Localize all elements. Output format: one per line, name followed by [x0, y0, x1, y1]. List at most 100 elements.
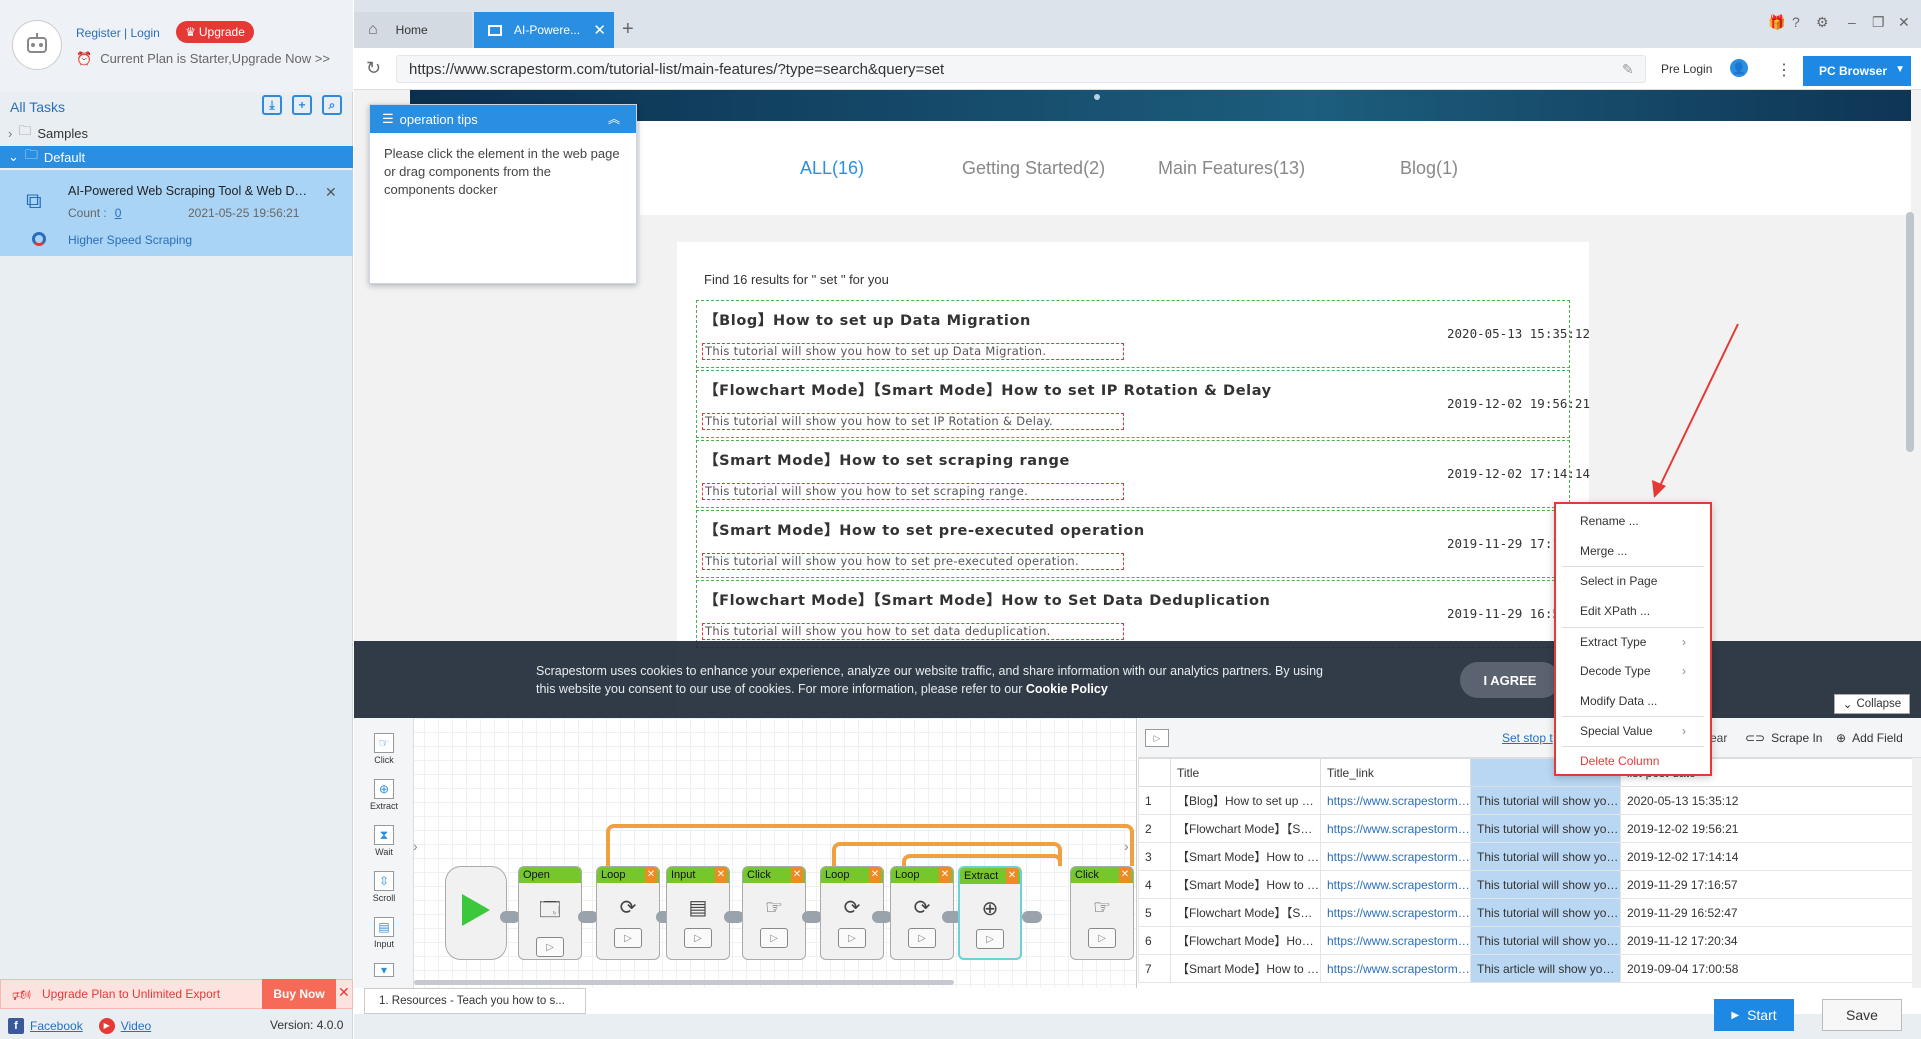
table-row[interactable]: 3【Smart Mode】How to set s...https://www.…	[1138, 842, 1913, 871]
node-loop[interactable]: Loop ✕ ⟳ ▷	[596, 866, 660, 960]
close-tab-icon[interactable]: ✕	[593, 21, 606, 39]
play-icon[interactable]: ▷	[536, 937, 564, 957]
column-header-title[interactable]: Title	[1170, 758, 1321, 787]
cell-link[interactable]: https://www.scrapestorm.com/...	[1320, 898, 1471, 927]
clear-link[interactable]: ear	[1710, 731, 1727, 745]
scrape-in-button[interactable]: ⊂⊃ Scrape In	[1745, 731, 1822, 745]
close-icon[interactable]: ✕	[1119, 867, 1131, 883]
cell-date[interactable]: 2019-11-29 16:52:47	[1620, 898, 1913, 927]
flow-scrollbar[interactable]	[414, 980, 954, 985]
search-task-icon[interactable]: ⌕	[322, 95, 342, 115]
reload-icon[interactable]: ↻	[366, 58, 381, 79]
video-link[interactable]: Video	[121, 1019, 151, 1033]
cell-desc[interactable]: This tutorial will show you ho...	[1470, 842, 1621, 871]
edit-url-icon[interactable]: ✎	[1622, 61, 1634, 78]
nav-tab-getting-started[interactable]: Getting Started(2)	[962, 158, 1105, 179]
expand-right-icon[interactable]: ›	[1124, 838, 1129, 854]
column-header-title-link[interactable]: Title_link	[1320, 758, 1471, 787]
table-row[interactable]: 5【Flowchart Mode】【Smart ...https://www.s…	[1138, 898, 1913, 927]
higher-speed-link[interactable]: Higher Speed Scraping	[68, 233, 192, 247]
cell-date[interactable]: 2020-05-13 15:35:12	[1620, 786, 1913, 815]
tab-active-task[interactable]: AI-Powere... ✕	[474, 12, 614, 48]
cell-date[interactable]: 2019-11-12 17:20:34	[1620, 926, 1913, 955]
cell-desc[interactable]: This tutorial will show you ho...	[1470, 814, 1621, 843]
menu-item-rename[interactable]: Rename ...	[1580, 506, 1700, 536]
table-row[interactable]: 4【Smart Mode】How to set pr...https://www…	[1138, 870, 1913, 899]
start-button[interactable]: ▶ Start	[1714, 999, 1794, 1031]
table-row[interactable]: 6【Flowchart Mode】How to s...https://www.…	[1138, 926, 1913, 955]
tree-item-samples[interactable]: › 🗀 Samples	[0, 122, 353, 144]
close-icon[interactable]: ✕	[939, 867, 951, 883]
pc-browser-button[interactable]: PC Browser ▼	[1803, 56, 1911, 86]
node-extract[interactable]: Extract ✕ ⊕ ▷	[958, 866, 1022, 960]
play-icon[interactable]: ▷	[976, 929, 1004, 949]
play-icon[interactable]: ▷	[760, 928, 788, 948]
collapse-button[interactable]: ⌄ Collapse	[1834, 694, 1910, 714]
settings-icon[interactable]: ⚙	[1816, 14, 1829, 31]
play-icon[interactable]: ▷	[1088, 928, 1116, 948]
tree-item-default[interactable]: ⌄ 🗀 Default	[0, 146, 353, 168]
play-icon[interactable]: ▷	[908, 928, 936, 948]
close-icon[interactable]: ✕	[645, 867, 657, 883]
nav-tab-blog[interactable]: Blog(1)	[1400, 158, 1458, 179]
buy-now-button[interactable]: Buy Now	[262, 979, 336, 1009]
cell-date[interactable]: 2019-12-02 17:14:14	[1620, 842, 1913, 871]
close-icon[interactable]: ✕	[338, 984, 350, 1001]
menu-item-merge[interactable]: Merge ...	[1580, 536, 1700, 566]
cell-link[interactable]: https://www.scrapestorm.com/...	[1320, 814, 1471, 843]
table-row[interactable]: 1【Blog】How to set up Data ...https://www…	[1138, 786, 1913, 815]
cell-link[interactable]: https://www.scrapestorm.com/...	[1320, 870, 1471, 899]
node-click[interactable]: Click ✕ ☞ ▷	[742, 866, 806, 960]
tool-click[interactable]: ☞ Click	[364, 733, 404, 765]
table-row[interactable]: 2【Flowchart Mode】【Smart ...https://www.s…	[1138, 814, 1913, 843]
tab-home[interactable]: ⌂ Home	[354, 12, 472, 48]
cell-desc[interactable]: This tutorial will show you ho...	[1470, 898, 1621, 927]
cell-date[interactable]: 2019-12-02 19:56:21	[1620, 814, 1913, 843]
add-field-button[interactable]: ⊕ Add Field	[1836, 731, 1903, 745]
tool-extract[interactable]: ⊕ Extract	[364, 779, 404, 811]
dropdown-arrow-icon[interactable]: ▼	[1895, 64, 1905, 75]
cell-date[interactable]: 2019-09-04 17:00:58	[1620, 954, 1913, 983]
task-title[interactable]: AI-Powered Web Scraping Tool & Web Dat..…	[68, 184, 313, 198]
import-task-icon[interactable]: ⤓	[262, 95, 282, 115]
cell-link[interactable]: https://www.scrapestorm.com/...	[1320, 954, 1471, 983]
upgrade-button[interactable]: ♛ Upgrade	[176, 21, 254, 43]
cell-desc[interactable]: This tutorial will show you ho...	[1470, 926, 1621, 955]
collapse-up-icon[interactable]: ︽	[608, 110, 620, 127]
play-icon[interactable]: ▷	[684, 928, 712, 948]
cell-title[interactable]: 【Flowchart Mode】【Smart ...	[1170, 814, 1321, 843]
table-row[interactable]: 7【Smart Mode】How to set u...https://www.…	[1138, 954, 1913, 983]
cell-title[interactable]: 【Blog】How to set up Data ...	[1170, 786, 1321, 815]
close-icon[interactable]: ✕	[1006, 868, 1018, 884]
url-input[interactable]: https://www.scrapestorm.com/tutorial-lis…	[396, 55, 1646, 83]
menu-item-delete-column[interactable]: Delete Column	[1580, 746, 1700, 776]
table-scrollbar[interactable]	[1912, 758, 1921, 988]
help-icon[interactable]: ?	[1792, 14, 1800, 30]
cell-link[interactable]: https://www.scrapestorm.com/...	[1320, 842, 1471, 871]
cookie-agree-button[interactable]: I AGREE	[1460, 662, 1560, 698]
menu-item-edit-xpath[interactable]: Edit XPath ...	[1580, 596, 1700, 626]
play-icon[interactable]: ▷	[614, 928, 642, 948]
play-icon[interactable]: ▷	[1145, 729, 1169, 747]
cell-desc[interactable]: This tutorial will show you ho...	[1470, 870, 1621, 899]
all-tasks-label[interactable]: All Tasks	[10, 99, 65, 115]
play-icon[interactable]: ▷	[838, 928, 866, 948]
more-menu-icon[interactable]: ⋮	[1776, 60, 1792, 80]
facebook-link[interactable]: Facebook	[30, 1019, 83, 1033]
expand-right-icon[interactable]: ›	[413, 838, 418, 854]
resource-tab[interactable]: 1. Resources - Teach you how to s...	[364, 988, 586, 1014]
close-icon[interactable]: ✕	[869, 867, 881, 883]
new-task-icon[interactable]: +	[292, 95, 312, 115]
plan-status[interactable]: ⏰ Current Plan is Starter,Upgrade Now >>	[76, 51, 330, 67]
result-title[interactable]: 【Flowchart Mode】【Smart Mode】How to set I…	[704, 379, 1272, 400]
cell-title[interactable]: 【Smart Mode】How to set u...	[1170, 954, 1321, 983]
close-icon[interactable]: ✕	[325, 184, 337, 201]
node-click[interactable]: Click ✕ ☞ ▷	[1070, 866, 1134, 960]
menu-item-select-in-page[interactable]: Select in Page	[1580, 566, 1700, 596]
set-stop-link[interactable]: Set stop t	[1502, 731, 1553, 745]
restore-icon[interactable]: ❐	[1872, 14, 1885, 31]
register-login-link[interactable]: Register | Login	[76, 26, 160, 40]
cell-date[interactable]: 2019-11-29 17:16:57	[1620, 870, 1913, 899]
close-window-icon[interactable]: ✕	[1898, 14, 1910, 31]
cell-title[interactable]: 【Flowchart Mode】【Smart ...	[1170, 898, 1321, 927]
